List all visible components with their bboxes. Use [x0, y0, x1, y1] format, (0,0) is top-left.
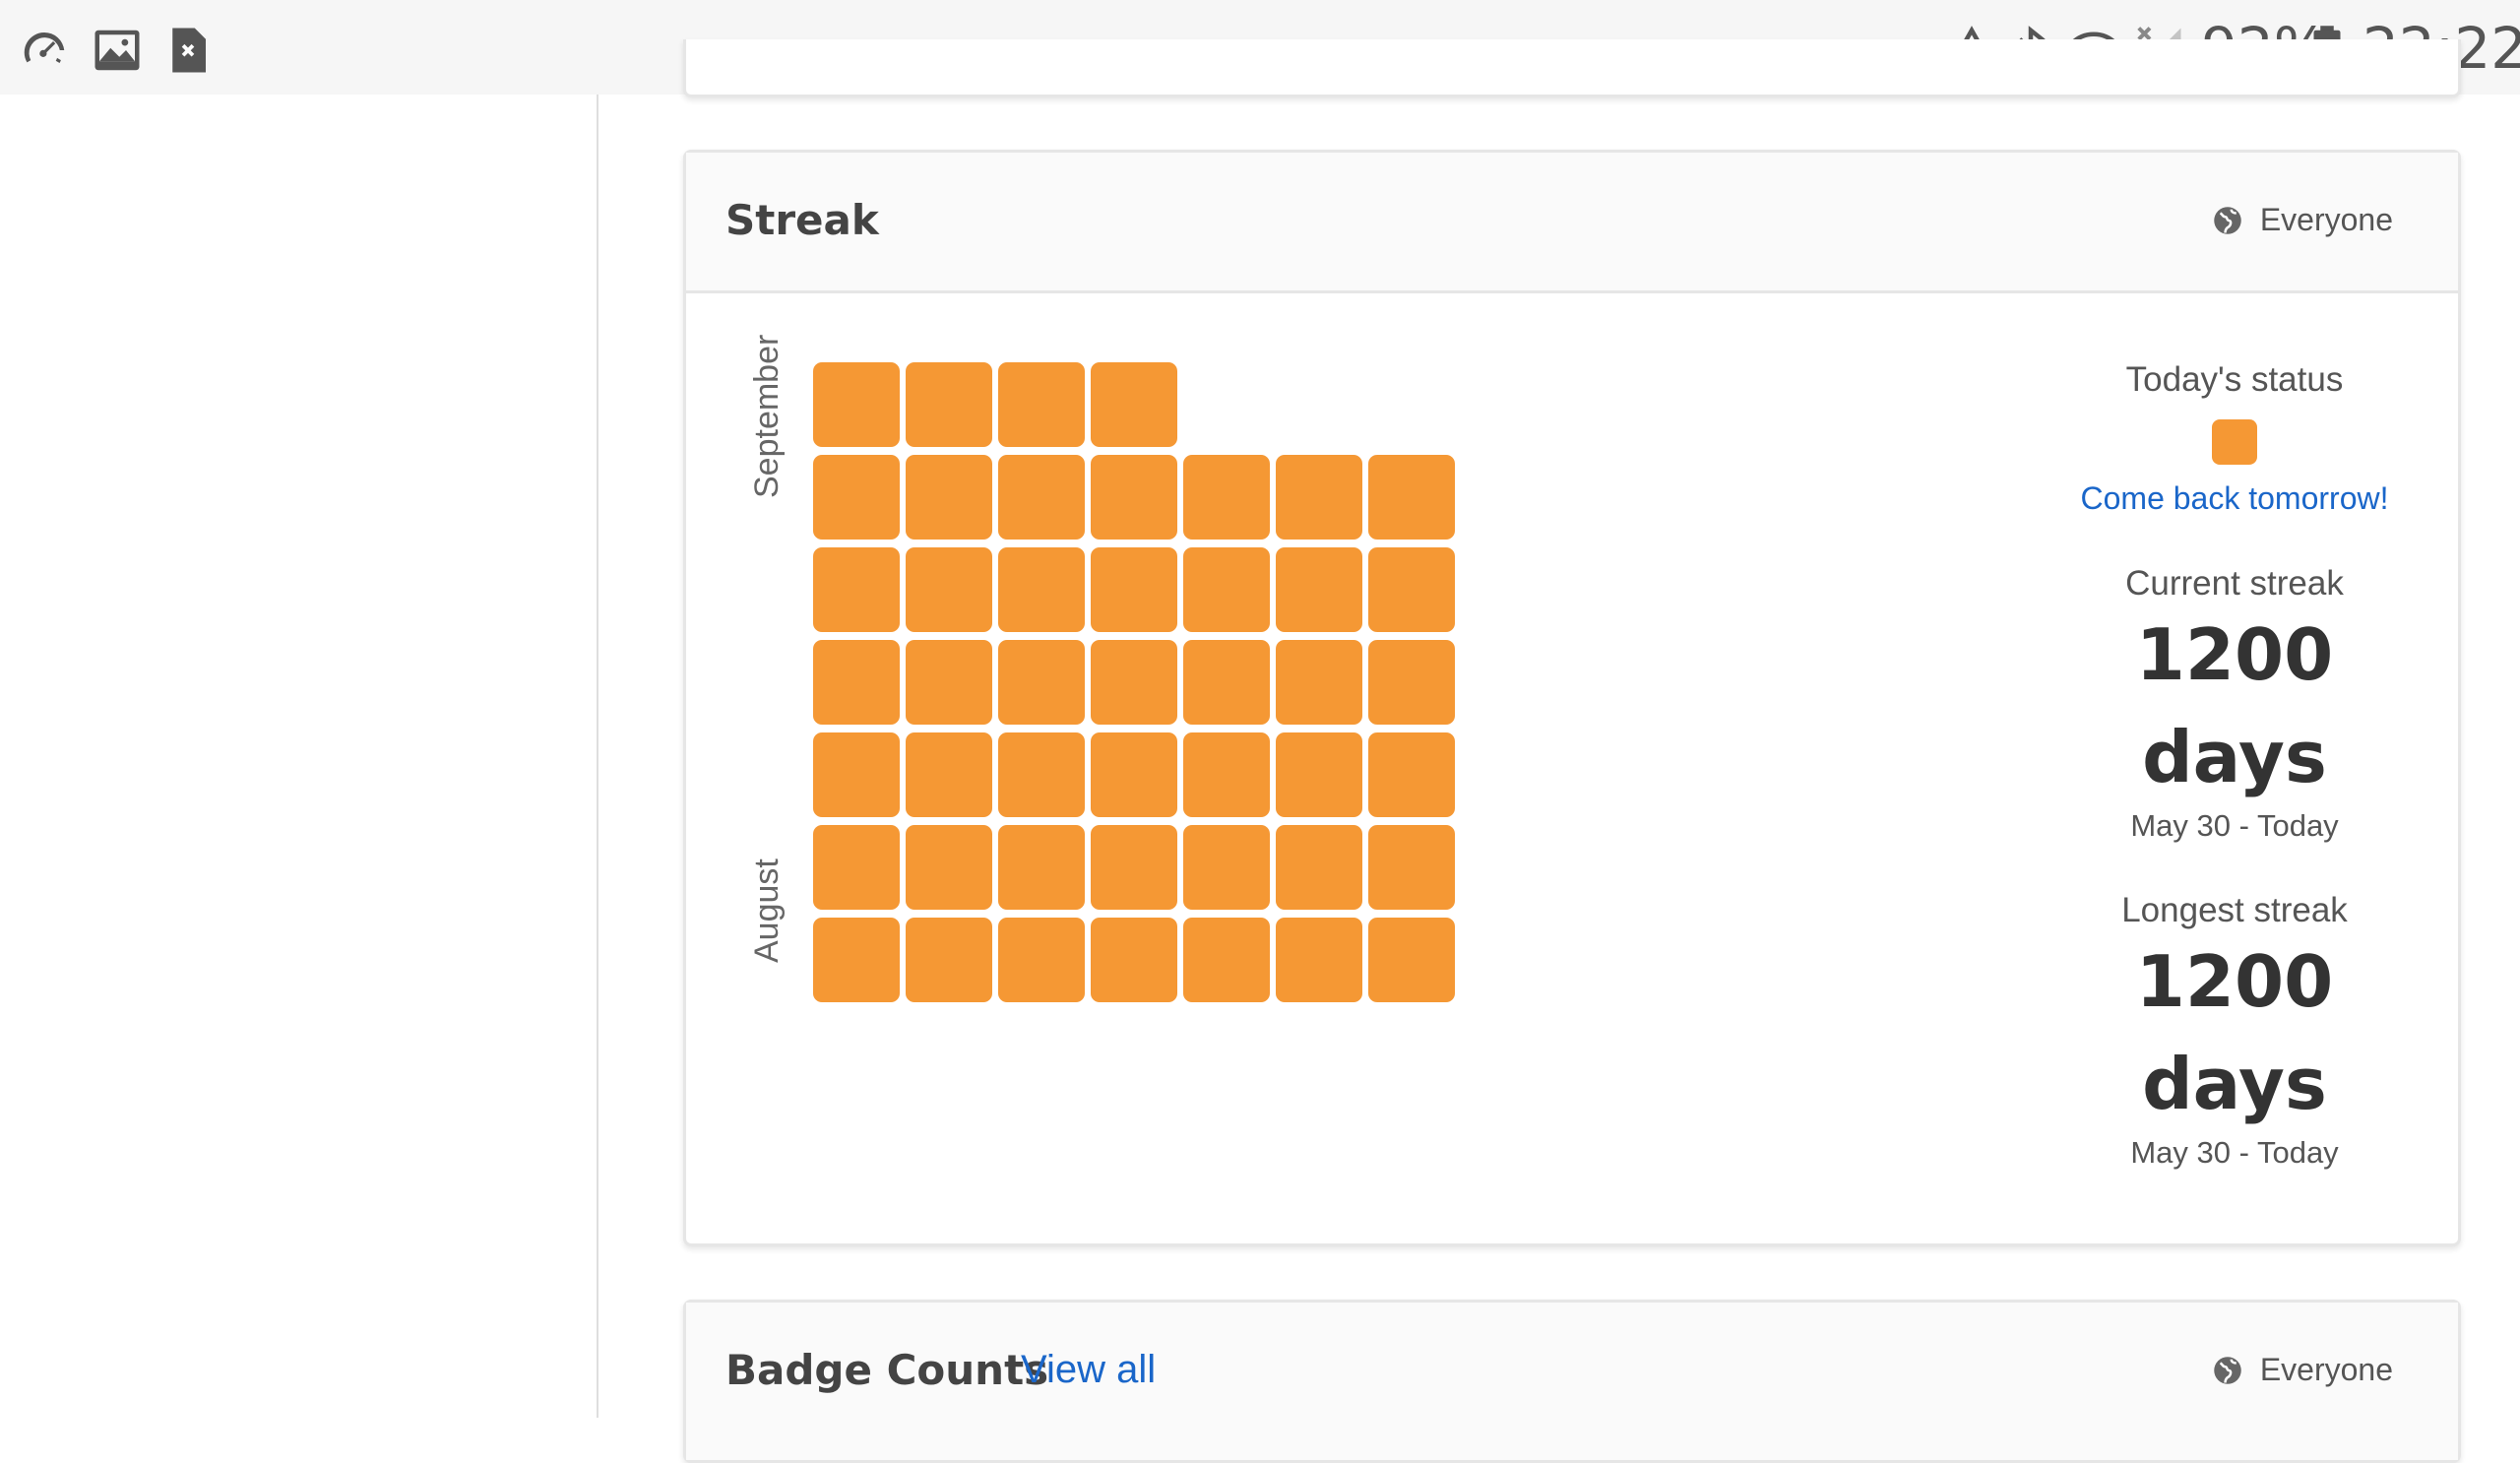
image-icon	[94, 30, 140, 71]
streak-day-cell	[1276, 732, 1362, 817]
previous-card	[683, 39, 2461, 97]
streak-day-cell	[1183, 640, 1270, 725]
streak-day-cell	[906, 455, 992, 540]
streak-day-cell	[1091, 640, 1177, 725]
streak-card-header: Streak Everyone	[686, 153, 2458, 293]
current-streak-unit: days	[2142, 716, 2327, 798]
sidebar-divider	[597, 95, 598, 1418]
streak-day-cell	[998, 825, 1085, 910]
streak-day-cell	[813, 455, 900, 540]
streak-day-cell	[1091, 918, 1177, 1002]
streak-day-cell	[1368, 825, 1455, 910]
streak-day-cell	[1091, 455, 1177, 540]
streak-day-cell	[1091, 547, 1177, 632]
streak-day-cell	[1276, 918, 1362, 1002]
streak-day-cell	[1091, 362, 1177, 447]
badge-card-header: Badge Counts View all Everyone	[686, 1303, 2458, 1460]
streak-day-cell	[998, 918, 1085, 1002]
streak-day-cell	[1183, 825, 1270, 910]
streak-day-cell	[1091, 732, 1177, 817]
streak-day-cell	[906, 547, 992, 632]
current-streak-range: May 30 - Today	[2130, 808, 2339, 843]
streak-day-cell	[906, 732, 992, 817]
streak-day-cell	[998, 362, 1085, 447]
card-title: Streak	[725, 196, 879, 244]
longest-streak-unit: days	[2142, 1043, 2327, 1125]
streak-day-cell	[813, 825, 900, 910]
streak-day-cell	[906, 825, 992, 910]
streak-day-cell	[998, 547, 1085, 632]
month-label-september: September	[748, 334, 786, 498]
streak-day-cell	[1368, 640, 1455, 725]
streak-day-cell	[1368, 547, 1455, 632]
visibility-label: Everyone	[2259, 202, 2393, 237]
streak-day-cell	[1276, 640, 1362, 725]
streak-day-cell	[906, 362, 992, 447]
visibility-label: Everyone	[2259, 1352, 2393, 1387]
streak-day-cell	[906, 640, 992, 725]
longest-streak-range: May 30 - Today	[2130, 1135, 2339, 1170]
today-status-swatch	[2212, 419, 2257, 465]
card-title: Badge Counts	[725, 1346, 1049, 1394]
streak-day-cell	[813, 547, 900, 632]
streak-day-cell	[813, 918, 900, 1002]
streak-day-cell	[1183, 547, 1270, 632]
visibility-selector[interactable]: Everyone	[2213, 1352, 2393, 1388]
streak-day-cell	[1183, 455, 1270, 540]
streak-day-cell	[1091, 825, 1177, 910]
longest-streak-value: 1200	[2135, 940, 2334, 1023]
globe-icon	[2214, 206, 2241, 234]
globe-icon	[2214, 1356, 2241, 1384]
current-streak-label: Current streak	[2125, 564, 2344, 603]
current-streak-value: 1200	[2135, 613, 2334, 696]
streak-day-cell	[1368, 732, 1455, 817]
streak-day-cell	[1368, 455, 1455, 540]
streak-day-cell	[1276, 825, 1362, 910]
streak-day-cell	[998, 732, 1085, 817]
streak-stats: Today's status Come back tomorrow! Curre…	[2048, 345, 2422, 1171]
streak-day-cell	[813, 362, 900, 447]
streak-day-cell	[998, 640, 1085, 725]
streak-day-cell	[1368, 918, 1455, 1002]
month-label-august: August	[748, 859, 786, 963]
today-status-label: Today's status	[2125, 360, 2344, 399]
streak-day-cell	[1276, 455, 1362, 540]
speedometer-icon	[24, 32, 65, 64]
file-x-icon	[172, 28, 206, 73]
visibility-selector[interactable]: Everyone	[2213, 202, 2393, 238]
streak-day-cell	[1183, 918, 1270, 1002]
streak-day-cell	[906, 918, 992, 1002]
longest-streak-label: Longest streak	[2121, 891, 2348, 929]
streak-day-cell	[998, 455, 1085, 540]
view-all-link[interactable]: View all	[1021, 1348, 1156, 1392]
streak-day-cell	[813, 640, 900, 725]
streak-day-cell	[813, 732, 900, 817]
come-back-tomorrow-link[interactable]: Come back tomorrow!	[2048, 480, 2422, 517]
badge-counts-card: Badge Counts View all Everyone	[683, 1300, 2461, 1463]
streak-day-cell	[1276, 547, 1362, 632]
streak-day-cell	[1183, 732, 1270, 817]
